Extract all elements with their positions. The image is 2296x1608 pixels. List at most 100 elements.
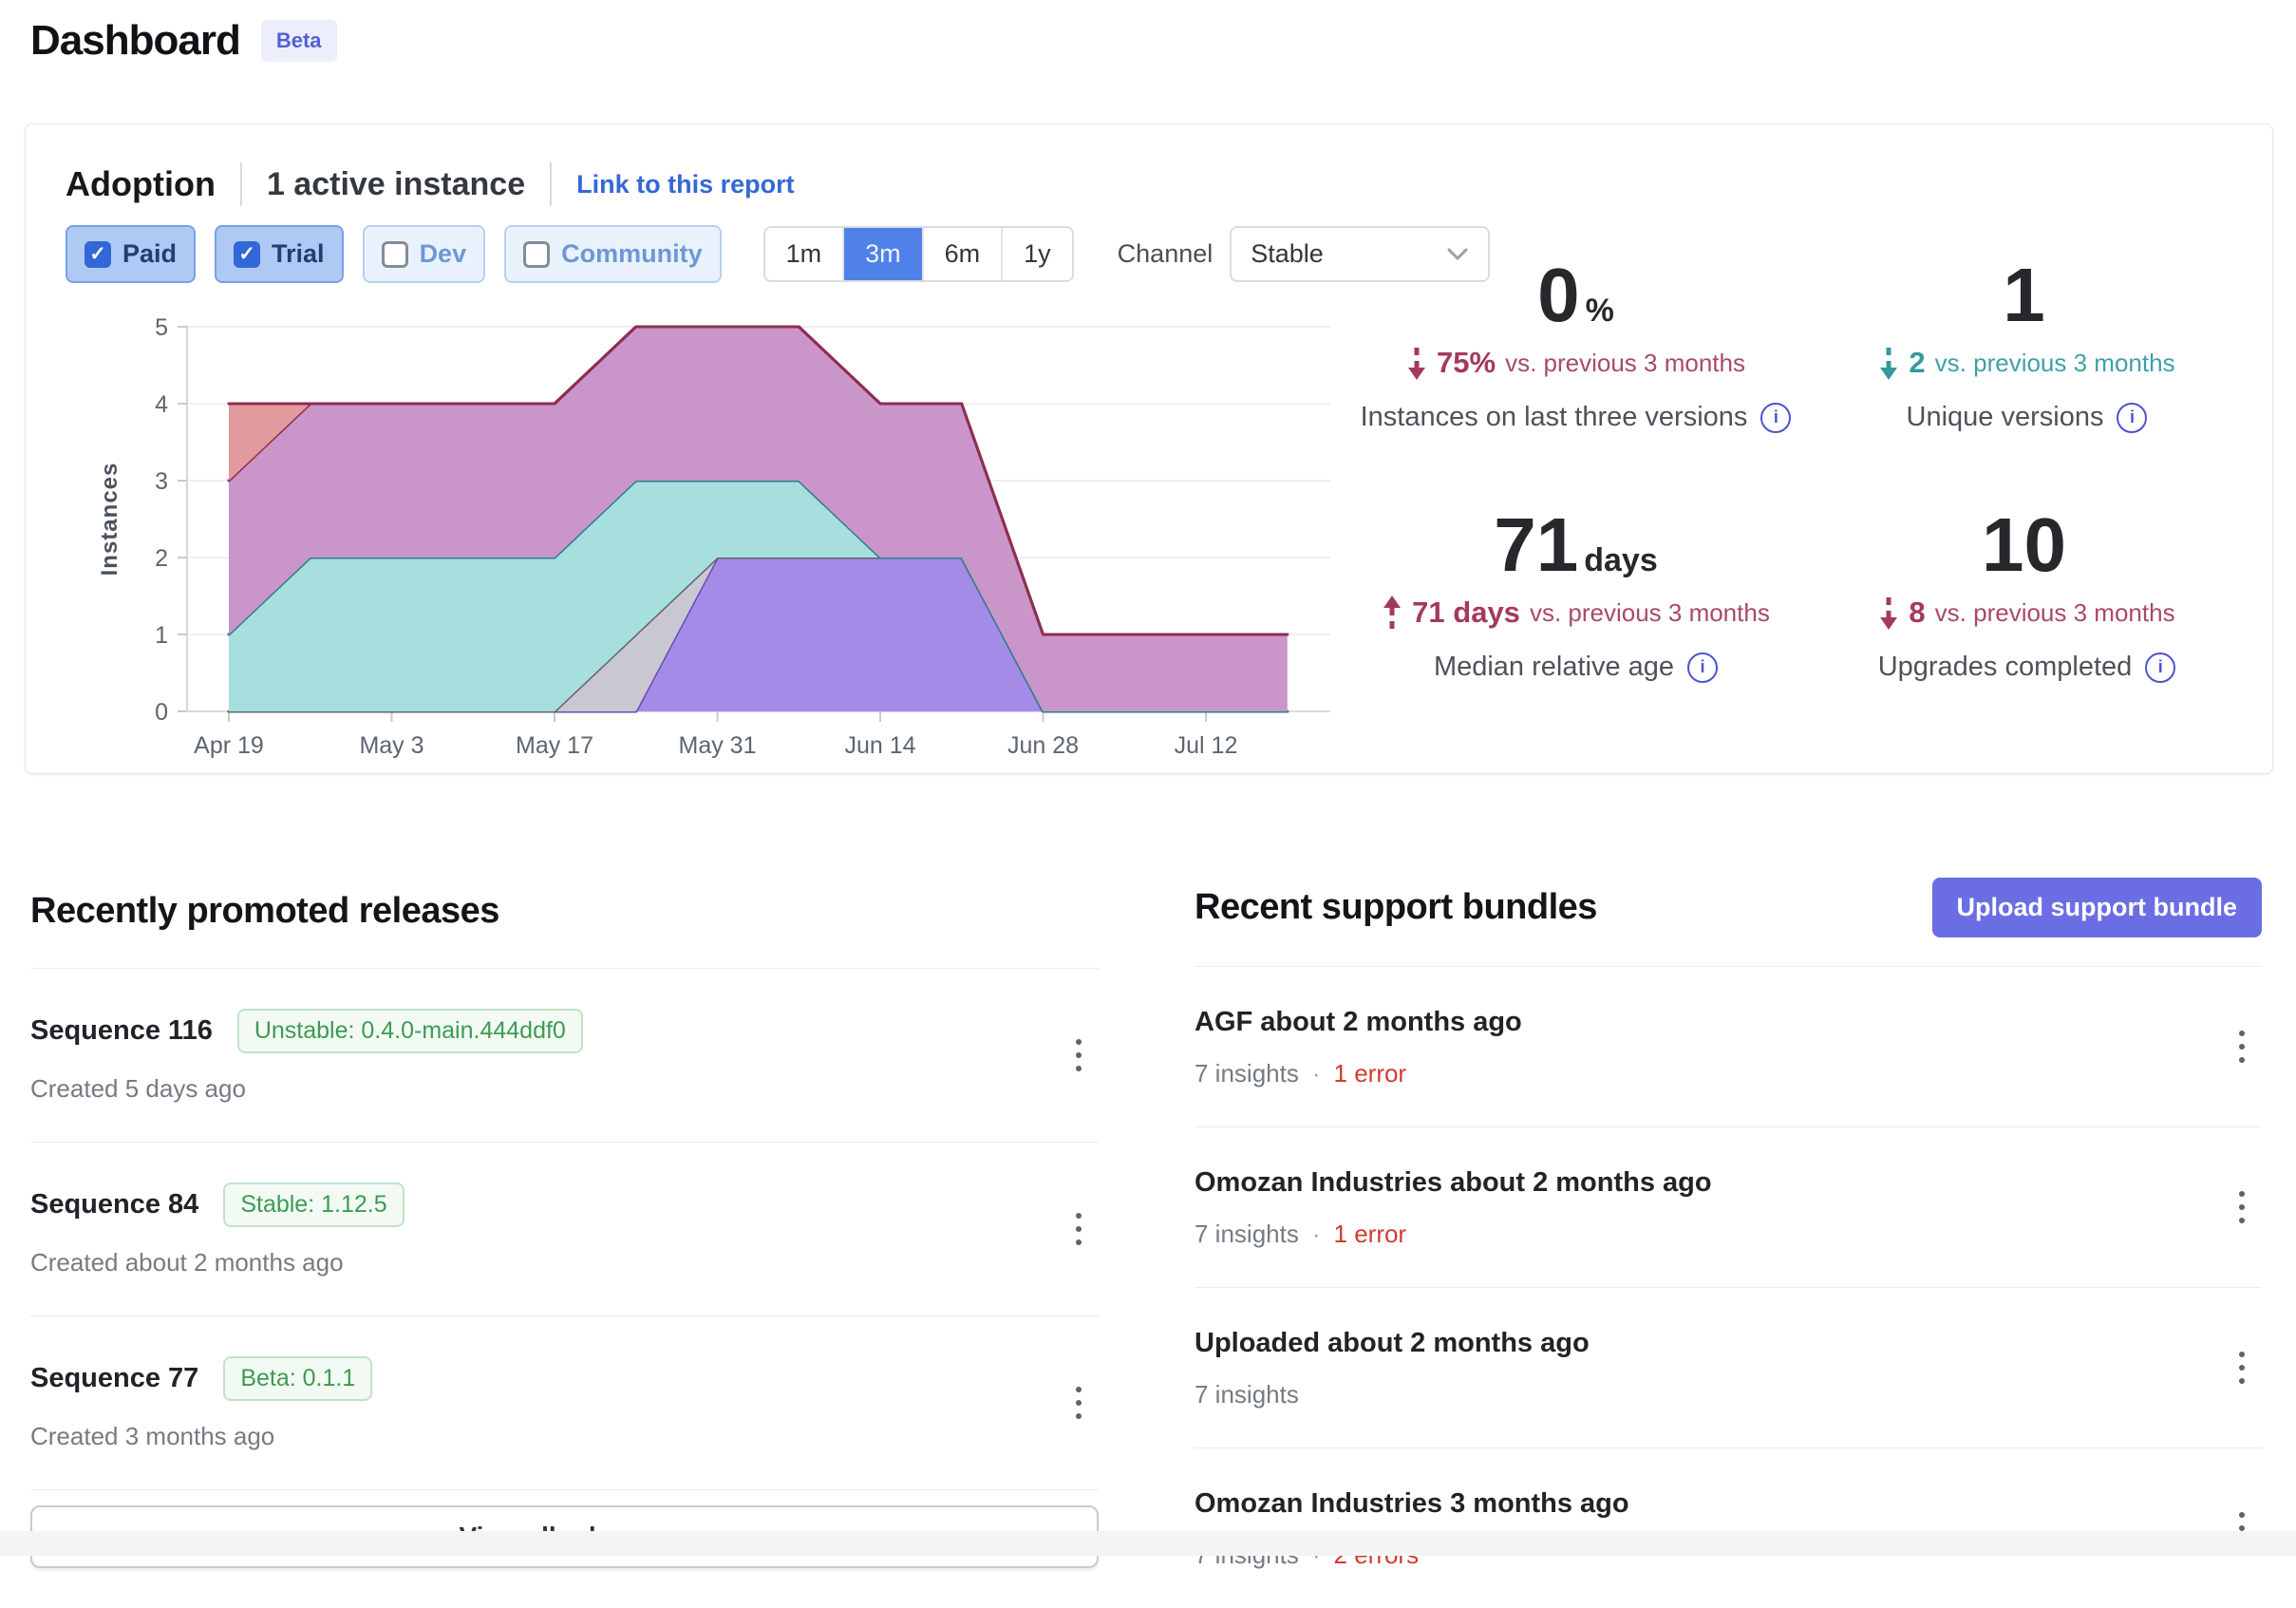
svg-text:3: 3 [155, 468, 168, 495]
adoption-title: Adoption [66, 164, 216, 204]
upload-support-bundle-button[interactable]: Upload support bundle [1932, 878, 2262, 937]
bundle-errors: 1 error [1334, 1220, 1407, 1249]
bundle-insights: 7 insights [1195, 1220, 1299, 1249]
kebab-menu-icon[interactable] [2231, 1023, 2252, 1070]
channel-value: Stable [1251, 239, 1324, 269]
dashboard-page: Dashboard Beta Adoption 1 active instanc… [0, 0, 2296, 1556]
link-to-report[interactable]: Link to this report [576, 170, 795, 199]
bundles-heading: Recent support bundles [1195, 887, 1597, 928]
filter-label: Paid [122, 239, 177, 269]
kebab-menu-icon[interactable] [1068, 1205, 1089, 1253]
delta-value: 8 [1909, 596, 1925, 630]
range-6m[interactable]: 6m [924, 228, 1004, 280]
bundle-errors: 1 error [1334, 1059, 1407, 1088]
info-icon[interactable] [1760, 403, 1791, 433]
kebab-menu-icon[interactable] [1068, 1031, 1089, 1079]
info-icon[interactable] [2117, 403, 2147, 433]
bundle-title: Uploaded about 2 months ago [1195, 1328, 1590, 1359]
checkbox-icon[interactable] [382, 241, 408, 268]
page-header: Dashboard Beta [30, 17, 337, 65]
stat-label: Instances on last three versions [1361, 402, 1748, 433]
trend-down-icon [1406, 345, 1427, 381]
adoption-card: Adoption 1 active instance Link to this … [25, 123, 2273, 774]
svg-text:4: 4 [155, 391, 168, 418]
delta-value: 75% [1437, 346, 1496, 380]
svg-text:5: 5 [155, 314, 168, 341]
bundle-title: Omozan Industries 3 months ago [1195, 1488, 1629, 1520]
delta-suffix: vs. previous 3 months [1530, 598, 1770, 628]
releases-heading: Recently promoted releases [30, 891, 499, 932]
stat-delta: 71 days vs. previous 3 months [1350, 595, 1801, 631]
bundle-row[interactable]: AGF about 2 months ago 7 insights · 1 er… [1195, 967, 2262, 1127]
bundle-row[interactable]: Omozan Industries 3 months ago 7 insight… [1195, 1448, 2262, 1608]
bundle-title: AGF about 2 months ago [1195, 1007, 1522, 1038]
release-title: Sequence 77 [30, 1363, 198, 1394]
adoption-card-header: Adoption 1 active instance Link to this … [66, 162, 795, 206]
stat-value: 0% [1350, 255, 1801, 335]
delta-suffix: vs. previous 3 months [1505, 349, 1745, 378]
range-label: 3m [865, 239, 901, 269]
active-instance-count: 1 active instance [267, 166, 525, 203]
trend-down-icon [1878, 345, 1899, 381]
range-label: 6m [945, 239, 981, 269]
release-created: Created 5 days ago [30, 1074, 246, 1104]
delta-value: 71 days [1412, 596, 1520, 630]
delta-suffix: vs. previous 3 months [1935, 349, 2175, 378]
kebab-menu-icon[interactable] [2231, 1344, 2252, 1391]
release-row[interactable]: Sequence 84 Stable: 1.12.5 Created about… [30, 1143, 1099, 1316]
checkbox-icon[interactable] [523, 241, 550, 268]
filter-community[interactable]: Community [504, 225, 722, 283]
time-range-selector: 1m 3m 6m 1y [763, 226, 1074, 282]
stat-suffix: % [1586, 293, 1614, 329]
release-created: Created 3 months ago [30, 1422, 274, 1451]
svg-text:May 17: May 17 [516, 732, 593, 759]
beta-badge: Beta [261, 20, 337, 62]
stat-delta: 2 vs. previous 3 months [1801, 345, 2252, 381]
delta-suffix: vs. previous 3 months [1935, 598, 2175, 628]
bundle-insights: 7 insights [1195, 1059, 1299, 1088]
info-icon[interactable] [1687, 653, 1718, 683]
stat-upgrades-completed: 10 8 vs. previous 3 months Upgrades comp… [1801, 486, 2252, 683]
adoption-filters: Paid Trial Dev Community 1m 3m 6m 1y Cha… [66, 225, 1490, 283]
trend-down-icon [1878, 595, 1899, 631]
svg-text:Apr 19: Apr 19 [194, 732, 264, 759]
svg-text:Jul 12: Jul 12 [1175, 732, 1238, 759]
stat-label: Median relative age [1434, 652, 1674, 683]
filter-label: Dev [420, 239, 467, 269]
filter-dev[interactable]: Dev [363, 225, 486, 283]
filter-trial[interactable]: Trial [215, 225, 344, 283]
svg-text:May 3: May 3 [359, 732, 423, 759]
stat-instances-last-three-versions: 0% 75% vs. previous 3 months Instances o… [1350, 236, 1801, 433]
info-icon[interactable] [2145, 653, 2175, 683]
stat-suffix: days [1584, 542, 1658, 578]
meta-dot: · [1312, 1220, 1321, 1249]
release-title: Sequence 116 [30, 1015, 213, 1047]
svg-text:Jun 14: Jun 14 [844, 732, 915, 759]
meta-dot: · [1312, 1059, 1321, 1088]
filter-label: Community [561, 239, 703, 269]
svg-text:Jun 28: Jun 28 [1007, 732, 1079, 759]
checkbox-icon[interactable] [234, 241, 260, 268]
filter-label: Trial [272, 239, 325, 269]
adoption-area-chart: 012345Apr 19May 3May 17May 31Jun 14Jun 2… [96, 293, 1349, 761]
release-row[interactable]: Sequence 77 Beta: 0.1.1 Created 3 months… [30, 1316, 1099, 1490]
svg-text:0: 0 [155, 699, 168, 726]
divider [550, 162, 552, 206]
bundle-title: Omozan Industries about 2 months ago [1195, 1167, 1712, 1199]
kebab-menu-icon[interactable] [2231, 1183, 2252, 1231]
filter-paid[interactable]: Paid [66, 225, 196, 283]
delta-value: 2 [1909, 346, 1925, 380]
release-channel-badge: Stable: 1.12.5 [223, 1182, 404, 1227]
range-1m[interactable]: 1m [765, 228, 845, 280]
kebab-menu-icon[interactable] [1068, 1379, 1089, 1427]
page-title: Dashboard [30, 17, 240, 65]
release-title: Sequence 84 [30, 1189, 198, 1220]
checkbox-icon[interactable] [85, 241, 111, 268]
stat-value: 71days [1350, 505, 1801, 585]
range-1y[interactable]: 1y [1003, 228, 1072, 280]
range-label: 1y [1024, 239, 1051, 269]
bundle-row[interactable]: Uploaded about 2 months ago 7 insights · [1195, 1288, 2262, 1448]
bundle-row[interactable]: Omozan Industries about 2 months ago 7 i… [1195, 1127, 2262, 1288]
release-row[interactable]: Sequence 116 Unstable: 0.4.0-main.444ddf… [30, 969, 1099, 1143]
range-3m[interactable]: 3m [844, 228, 924, 280]
